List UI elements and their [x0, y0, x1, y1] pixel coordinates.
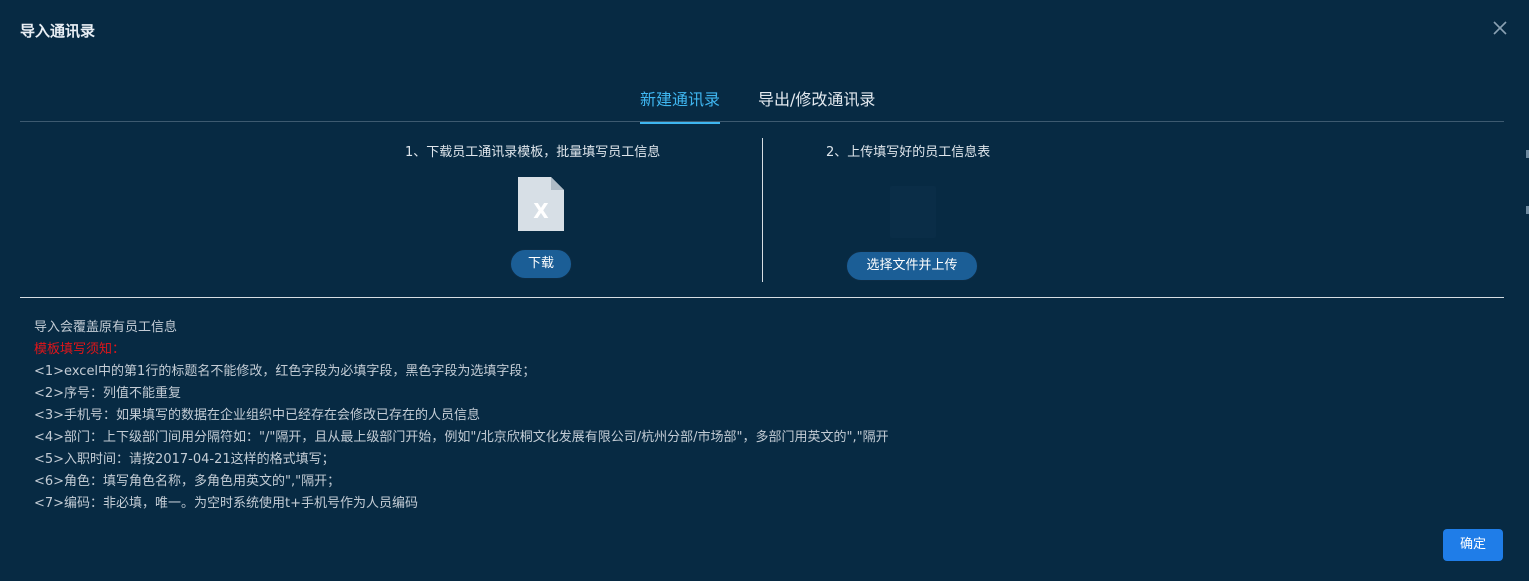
dialog-title: 导入通讯录 [20, 22, 96, 40]
step1-instruction: 1、下载员工通讯录模板，批量填写员工信息 [405, 145, 661, 160]
ok-button[interactable]: 确定 [1443, 529, 1503, 561]
download-button[interactable]: 下载 [510, 249, 572, 279]
excel-file-icon: X [517, 176, 565, 232]
close-icon[interactable] [1490, 18, 1510, 38]
notes-rule: <5>入职时间：请按2017-04-21这样的格式填写； [34, 452, 335, 467]
horizontal-divider [20, 297, 1504, 298]
notes-rule: <1>excel中的第1行的标题名不能修改，红色字段为必填字段，黑色字段为选填字… [34, 364, 536, 379]
notes-rule: <7>编码：非必填，唯一。为空时系统使用t+手机号作为人员编码 [34, 496, 419, 511]
tab-new-contacts[interactable]: 新建通讯录 [640, 86, 721, 124]
vertical-divider [762, 138, 763, 282]
notes-rule: <3>手机号：如果填写的数据在企业组织中已经存在会修改已存在的人员信息 [34, 408, 481, 423]
template-notes: 导入会覆盖原有员工信息 模板填写须知： <1>excel中的第1行的标题名不能修… [34, 317, 889, 515]
excel-letter: X [533, 199, 549, 223]
notes-rule: <6>角色：填写角色名称，多角色用英文的","隔开； [34, 474, 341, 489]
notes-intro: 导入会覆盖原有员工信息 [34, 320, 178, 335]
notes-rule: <2>序号：列值不能重复 [34, 386, 182, 401]
notes-heading: 模板填写须知： [34, 342, 126, 357]
select-file-upload-button[interactable]: 选择文件并上传 [846, 251, 978, 281]
notes-rule: <4>部门：上下级部门间用分隔符如："/"隔开，且从最上级部门开始，例如"/北京… [34, 430, 889, 445]
step2-instruction: 2、上传填写好的员工信息表 [826, 145, 991, 160]
import-contacts-dialog: 导入通讯录 新建通讯录 导出/修改通讯录 1、下载员工通讯录模板，批量填写员工信… [0, 0, 1529, 581]
upload-file-icon [890, 186, 936, 238]
tab-export-modify-contacts[interactable]: 导出/修改通讯录 [758, 86, 875, 122]
tab-bar: 新建通讯录 导出/修改通讯录 [20, 80, 1504, 124]
